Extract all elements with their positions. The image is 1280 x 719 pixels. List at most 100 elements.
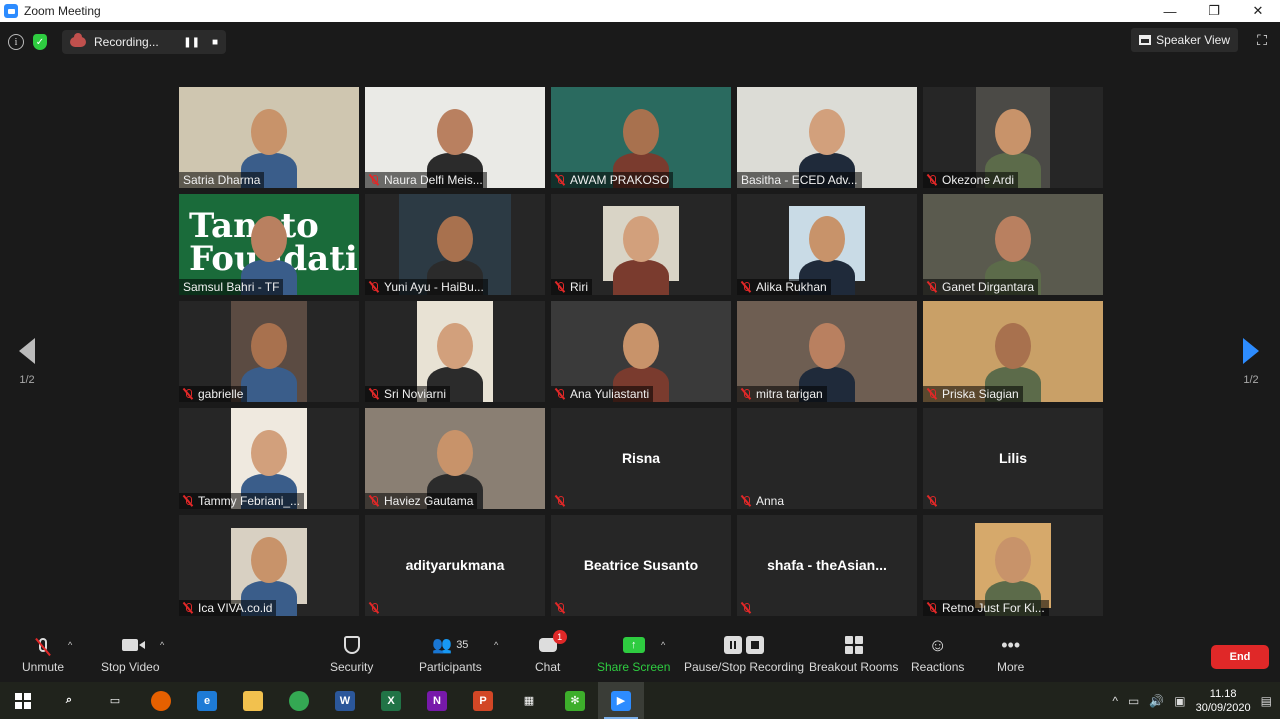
taskbar-app[interactable]: e [184, 682, 230, 719]
taskbar-app[interactable]: X [368, 682, 414, 719]
encryption-shield-icon[interactable]: ✓ [30, 32, 50, 52]
store-icon: ▦ [523, 695, 535, 707]
next-page-button[interactable]: 1/2 [1236, 338, 1266, 386]
info-icon[interactable]: i [8, 34, 24, 50]
end-meeting-button[interactable]: End [1211, 645, 1269, 669]
participant-name-bar: Naura Delfi Meis... [365, 172, 487, 188]
previous-page-button[interactable]: 1/2 [12, 338, 42, 386]
participant-tile[interactable]: Satria Dharma [179, 87, 359, 188]
reactions-label: Reactions [911, 660, 965, 674]
breakout-rooms-button[interactable]: Breakout Rooms [809, 634, 898, 674]
video-options-caret[interactable]: ^ [160, 640, 164, 650]
stop-video-button[interactable]: Stop Video [101, 634, 160, 674]
participant-display-name: Beatrice Susanto [583, 557, 699, 573]
taskbar-app[interactable] [276, 682, 322, 719]
participant-tile[interactable]: Ganet Dirgantara [923, 194, 1103, 295]
participant-tile[interactable]: Tammy Febriani_... [179, 408, 359, 509]
participant-tile[interactable]: Naura Delfi Meis... [365, 87, 545, 188]
participant-tile[interactable]: TanotoFoundationSamsul Bahri - TF [179, 194, 359, 295]
person-face [623, 216, 659, 262]
share-options-caret[interactable]: ^ [661, 640, 665, 650]
participant-name: Okezone Ardi [942, 173, 1015, 187]
pause-stop-recording-button[interactable]: Pause/Stop Recording [684, 634, 804, 674]
start-button[interactable] [0, 682, 46, 719]
network-icon[interactable]: ▣ [1174, 694, 1185, 708]
notifications-icon[interactable]: ▤ [1261, 694, 1272, 708]
muted-microphone-icon [927, 174, 937, 186]
pause-recording-button[interactable]: ❚❚ [183, 37, 200, 48]
window-title: Zoom Meeting [24, 4, 101, 18]
participant-name: Basitha - ECED Adv... [741, 173, 858, 187]
participant-tile[interactable]: Yuni Ayu - HaiBu... [365, 194, 545, 295]
battery-icon[interactable]: ▭ [1128, 694, 1139, 708]
muted-microphone-icon [555, 388, 565, 400]
participant-tile[interactable]: Sri Noviarni [365, 301, 545, 402]
participant-tile[interactable]: Anna [737, 408, 917, 509]
participant-display-name: Lilis [998, 450, 1027, 466]
powerpoint-icon: P [473, 690, 493, 711]
muted-microphone-icon [555, 174, 565, 186]
participant-tile[interactable]: Risna [551, 408, 731, 509]
stop-recording-button[interactable]: ■ [212, 37, 218, 48]
share-screen-button[interactable]: ↑ Share Screen [597, 634, 670, 674]
participant-tile[interactable]: shafa - theAsian... [737, 515, 917, 616]
participant-tile[interactable]: Priska Siagian [923, 301, 1103, 402]
taskbar-app[interactable]: ▭ [92, 682, 138, 719]
participant-tile[interactable]: Riri [551, 194, 731, 295]
muted-microphone-icon [369, 495, 379, 507]
person-face [623, 323, 659, 369]
participants-button[interactable]: 👥 35 Participants [419, 634, 482, 674]
security-button[interactable]: Security [330, 634, 373, 674]
taskbar-app[interactable]: P [460, 682, 506, 719]
participant-name-bar: Haviez Gautama [365, 493, 478, 509]
audio-options-caret[interactable]: ^ [68, 640, 72, 650]
taskbar-app[interactable]: ✻ [552, 682, 598, 719]
participant-tile[interactable]: Basitha - ECED Adv... [737, 87, 917, 188]
participant-tile[interactable]: Retno Just For Ki... [923, 515, 1103, 616]
chat-button[interactable]: 1 Chat [535, 630, 567, 674]
share-screen-icon: ↑ [622, 637, 645, 653]
minimize-button[interactable]: — [1148, 0, 1192, 22]
person-face [251, 216, 287, 262]
ellipsis-icon: ••• [1001, 634, 1021, 655]
participant-name-bar: AWAM PRAKOSO [551, 172, 674, 188]
taskbar-app[interactable]: N [414, 682, 460, 719]
taskbar-app[interactable]: ⌕ [46, 682, 92, 719]
participant-tile[interactable]: Beatrice Susanto [551, 515, 731, 616]
participant-tile[interactable]: Lilis [923, 408, 1103, 509]
onenote-icon: N [427, 690, 447, 711]
participant-name: Tammy Febriani_... [198, 494, 301, 508]
taskbar-app[interactable] [230, 682, 276, 719]
participant-tile[interactable]: Ica VIVA.co.id [179, 515, 359, 616]
participant-tile[interactable]: Haviez Gautama [365, 408, 545, 509]
participant-name-bar: Yuni Ayu - HaiBu... [365, 279, 488, 295]
close-button[interactable]: ✕ [1236, 0, 1280, 22]
participant-name: Yuni Ayu - HaiBu... [384, 280, 484, 294]
speaker-view-button[interactable]: Speaker View [1131, 28, 1238, 52]
tray-overflow-icon[interactable]: ^ [1112, 694, 1118, 708]
reactions-button[interactable]: ☺ Reactions [911, 634, 965, 675]
taskbar-app[interactable]: ▶ [598, 682, 644, 719]
participant-tile[interactable]: AWAM PRAKOSO [551, 87, 731, 188]
taskbar-app[interactable] [138, 682, 184, 719]
participant-tile[interactable]: mitra tarigan [737, 301, 917, 402]
cloud-recording-icon [70, 33, 86, 47]
restore-button[interactable]: ❐ [1192, 0, 1236, 22]
participant-tile[interactable]: Ana Yuliastanti [551, 301, 731, 402]
participant-tile[interactable]: adityarukmana [365, 515, 545, 616]
fullscreen-icon[interactable]: ⛶ [1254, 32, 1270, 48]
participant-tile[interactable]: Okezone Ardi [923, 87, 1103, 188]
clock[interactable]: 11.18 30/09/2020 [1196, 687, 1251, 715]
title-bar: Zoom Meeting — ❐ ✕ [0, 0, 1280, 22]
unmute-button[interactable]: Unmute [22, 634, 64, 674]
volume-icon[interactable]: 🔊 [1149, 694, 1164, 708]
participant-tile[interactable]: Alika Rukhan [737, 194, 917, 295]
participant-tile[interactable]: gabrielle [179, 301, 359, 402]
muted-microphone-icon [183, 602, 193, 614]
taskbar-app[interactable]: W [322, 682, 368, 719]
smiley-icon: ☺ [928, 634, 947, 655]
taskbar-app[interactable]: ▦ [506, 682, 552, 719]
more-button[interactable]: ••• More [997, 634, 1024, 675]
participants-options-caret[interactable]: ^ [494, 640, 498, 650]
security-label: Security [330, 660, 374, 674]
